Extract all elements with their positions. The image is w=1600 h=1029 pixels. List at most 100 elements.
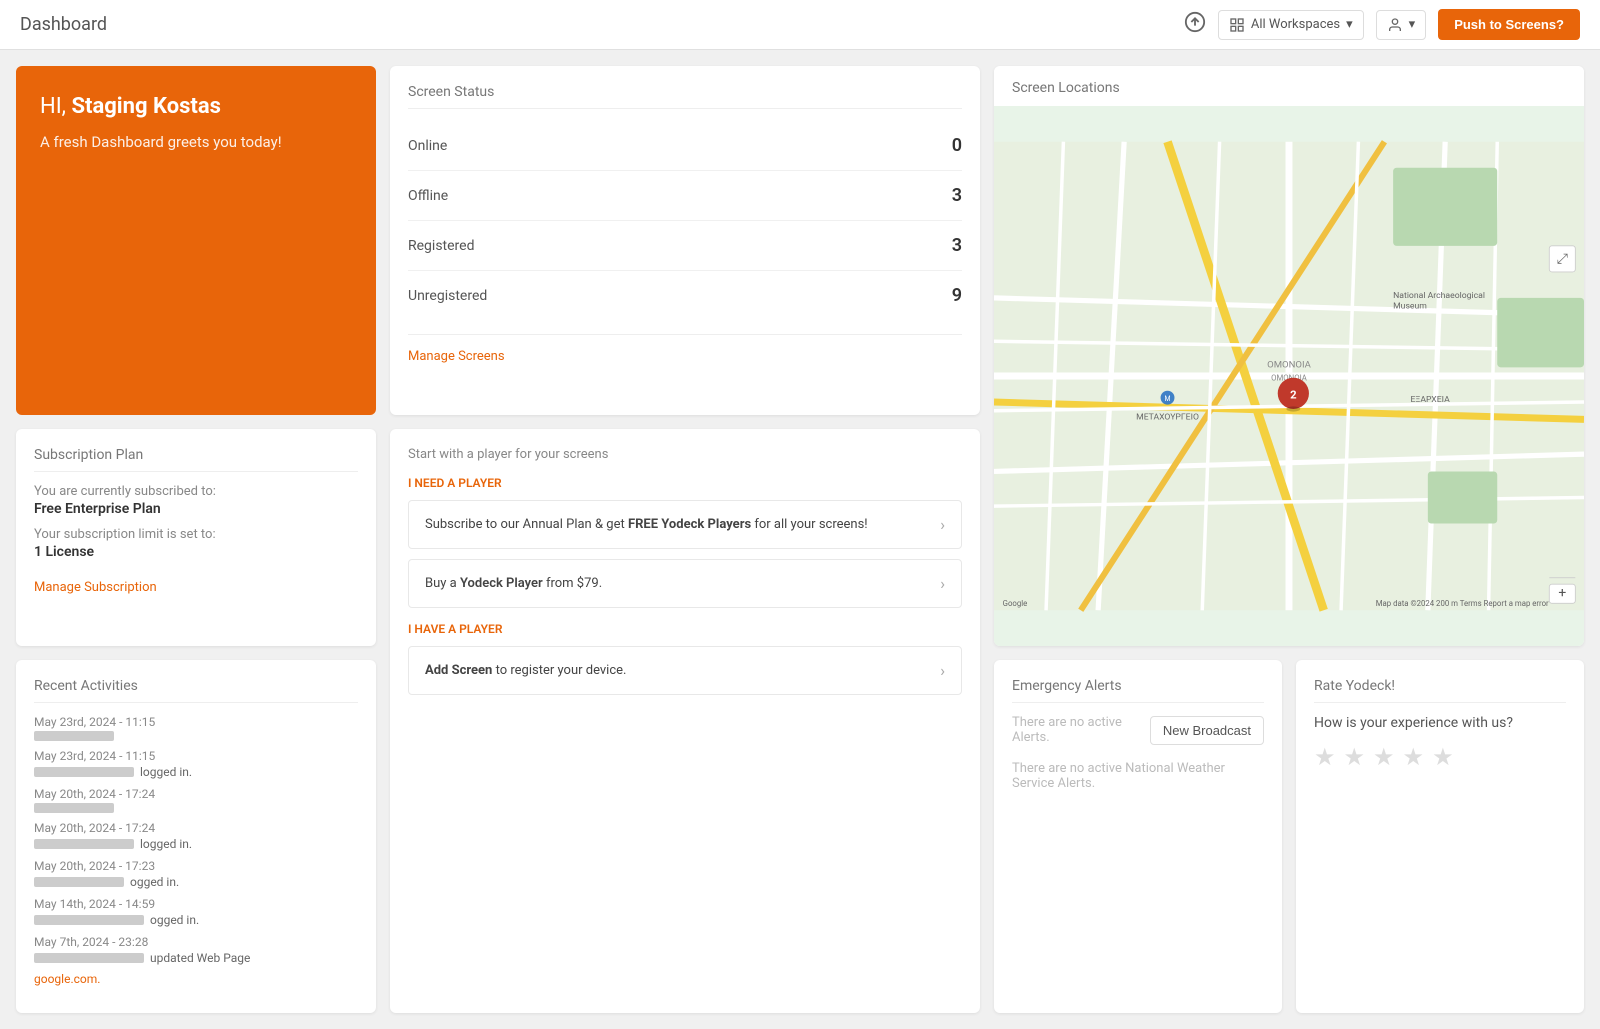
rate-yodeck-card: Rate Yodeck! How is your experience with… xyxy=(1296,660,1584,1013)
screen-status-card: Screen Status Online 0 Offline 3 Registered 3… xyxy=(390,66,980,415)
status-count: 9 xyxy=(952,285,962,306)
bottom-col3: Emergency Alerts There are no active Ale… xyxy=(994,660,1584,1013)
buy-player-option[interactable]: Buy a Yodeck Player from $79. › xyxy=(408,559,962,608)
annual-plan-text: Subscribe to our Annual Plan & get FREE … xyxy=(425,517,940,532)
user-selector[interactable]: ▾ xyxy=(1376,10,1427,40)
chevron-right-icon-2: › xyxy=(940,574,945,593)
nws-alert-text: There are no active National Weather Ser… xyxy=(1012,753,1264,799)
new-broadcast-button[interactable]: New Broadcast xyxy=(1150,716,1264,745)
activity-bar xyxy=(34,953,144,963)
stars-container: ★ ★ ★ ★ ★ xyxy=(1314,743,1566,771)
no-alerts-text: There are no active Alerts. xyxy=(1012,715,1140,745)
topbar: Dashboard All Workspaces ▾ ▾ Push to Scr xyxy=(0,0,1600,50)
workspace-selector[interactable]: All Workspaces ▾ xyxy=(1218,10,1364,40)
activities-scroll[interactable]: May 23rd, 2024 - 11:15 May 23rd, 2024 - … xyxy=(34,715,358,995)
list-item: May 7th, 2024 - 23:28 updated Web Page g… xyxy=(34,935,358,987)
list-item: May 14th, 2024 - 14:59 ogged in. xyxy=(34,897,358,927)
star-5[interactable]: ★ xyxy=(1432,743,1454,771)
topbar-right: All Workspaces ▾ ▾ Push to Screens? xyxy=(1184,9,1580,40)
chevron-down-icon-user: ▾ xyxy=(1409,17,1416,32)
welcome-greeting: HI, Staging Kostas xyxy=(40,94,352,119)
rate-question: How is your experience with us? xyxy=(1314,715,1566,731)
star-2[interactable]: ★ xyxy=(1344,743,1366,771)
list-item: May 20th, 2024 - 17:24 logged in. xyxy=(34,821,358,851)
add-screen-option[interactable]: Add Screen to register your device. › xyxy=(408,646,962,695)
activity-bar xyxy=(34,915,144,925)
chevron-right-icon-3: › xyxy=(940,661,945,680)
activity-link[interactable]: google.com. xyxy=(34,972,100,986)
star-1[interactable]: ★ xyxy=(1314,743,1336,771)
manage-screens-link[interactable]: Manage Screens xyxy=(408,334,962,364)
alerts-row: There are no active Alerts. New Broadcas… xyxy=(1012,715,1264,745)
grid-icon xyxy=(1229,17,1245,33)
emergency-alerts-card: Emergency Alerts There are no active Ale… xyxy=(994,660,1282,1013)
status-label: Registered xyxy=(408,238,474,254)
recent-activities-title: Recent Activities xyxy=(34,678,358,703)
chevron-right-icon: › xyxy=(940,515,945,534)
user-name: Staging Kostas xyxy=(71,94,220,119)
subscribed-label: You are currently subscribed to: xyxy=(34,484,358,499)
svg-text:ΜΕΤΑΧΟΥΡΓΕΙΟ: ΜΕΤΑΧΟΥΡΓΕΙΟ xyxy=(1136,412,1199,422)
activity-bar xyxy=(34,877,124,887)
svg-text:National Archaeological: National Archaeological xyxy=(1393,291,1485,301)
status-count: 3 xyxy=(952,235,962,256)
subscription-title: Subscription Plan xyxy=(34,447,358,472)
player-section-title: Start with a player for your screens xyxy=(408,447,962,462)
main-grid: HI, Staging Kostas A fresh Dashboard gre… xyxy=(0,50,1600,1029)
activity-bar xyxy=(34,767,134,777)
add-screen-text: Add Screen to register your device. xyxy=(425,663,940,678)
svg-text:⤢: ⤢ xyxy=(1557,251,1568,267)
status-rows: Online 0 Offline 3 Registered 3 Unregistered 9 xyxy=(408,121,962,320)
list-item: May 20th, 2024 - 17:24 xyxy=(34,787,358,813)
list-item: May 23rd, 2024 - 11:15 xyxy=(34,715,358,741)
star-4[interactable]: ★ xyxy=(1403,743,1425,771)
list-item: May 20th, 2024 - 17:23 ogged in. xyxy=(34,859,358,889)
svg-text:M: M xyxy=(1164,395,1170,403)
status-row: Registered 3 xyxy=(408,221,962,271)
status-label: Unregistered xyxy=(408,288,487,304)
have-player-tag: I HAVE A PLAYER xyxy=(408,622,962,636)
list-item: May 23rd, 2024 - 11:15 logged in. xyxy=(34,749,358,779)
emergency-alerts-title: Emergency Alerts xyxy=(1012,678,1264,703)
svg-text:Google: Google xyxy=(1003,599,1028,608)
user-icon xyxy=(1387,17,1403,33)
activity-bar xyxy=(34,839,134,849)
status-row: Online 0 xyxy=(408,121,962,171)
welcome-subtitle: A fresh Dashboard greets you today! xyxy=(40,133,352,151)
activity-bar xyxy=(34,731,114,741)
recent-activities-card: Recent Activities May 23rd, 2024 - 11:15… xyxy=(16,660,376,1013)
svg-text:Museum: Museum xyxy=(1393,301,1427,311)
map-card: Screen Locations xyxy=(994,66,1584,646)
annual-plan-option[interactable]: Subscribe to our Annual Plan & get FREE … xyxy=(408,500,962,549)
status-count: 3 xyxy=(952,185,962,206)
push-to-screens-button[interactable]: Push to Screens? xyxy=(1438,9,1580,40)
svg-text:Map data ©2024 200 m Terms: Map data ©2024 200 m Terms Report a map … xyxy=(1376,599,1549,608)
star-3[interactable]: ★ xyxy=(1373,743,1395,771)
activity-bar xyxy=(34,803,114,813)
limit-label: Your subscription limit is set to: xyxy=(34,527,358,542)
svg-text:ΕΞΑΡΧΕΙΑ: ΕΞΑΡΧΕΙΑ xyxy=(1410,395,1450,405)
status-label: Online xyxy=(408,138,447,154)
status-row: Unregistered 9 xyxy=(408,271,962,320)
welcome-card: HI, Staging Kostas A fresh Dashboard gre… xyxy=(16,66,376,415)
subscription-card: Subscription Plan You are currently subs… xyxy=(16,429,376,646)
page-title: Dashboard xyxy=(20,14,107,35)
buy-player-text: Buy a Yodeck Player from $79. xyxy=(425,576,940,591)
map-svg: ΟΜΟΝΟΙΑ ΟΜΟΝΟΙΑ ΜΕΤΑΧΟΥΡΓΕΙΟ ΕΞΑΡΧΕΙΑ Na… xyxy=(994,106,1584,646)
screen-status-title: Screen Status xyxy=(408,84,962,109)
svg-text:2: 2 xyxy=(1290,389,1297,402)
need-player-tag: I NEED A PLAYER xyxy=(408,476,962,490)
status-label: Offline xyxy=(408,188,448,204)
plan-name: Free Enterprise Plan xyxy=(34,501,358,517)
workspace-label: All Workspaces xyxy=(1251,17,1340,32)
rate-title: Rate Yodeck! xyxy=(1314,678,1566,703)
manage-subscription-link[interactable]: Manage Subscription xyxy=(34,580,157,595)
status-row: Offline 3 xyxy=(408,171,962,221)
limit-value: 1 License xyxy=(34,544,358,560)
status-count: 0 xyxy=(952,135,962,156)
chevron-down-icon: ▾ xyxy=(1346,17,1353,32)
map-container[interactable]: ΟΜΟΝΟΙΑ ΟΜΟΝΟΙΑ ΜΕΤΑΧΟΥΡΓΕΙΟ ΕΞΑΡΧΕΙΑ Na… xyxy=(994,106,1584,646)
svg-text:+: + xyxy=(1558,585,1566,601)
upload-icon[interactable] xyxy=(1184,11,1206,38)
svg-text:ΟΜΟΝΟΙΑ: ΟΜΟΝΟΙΑ xyxy=(1267,359,1311,370)
